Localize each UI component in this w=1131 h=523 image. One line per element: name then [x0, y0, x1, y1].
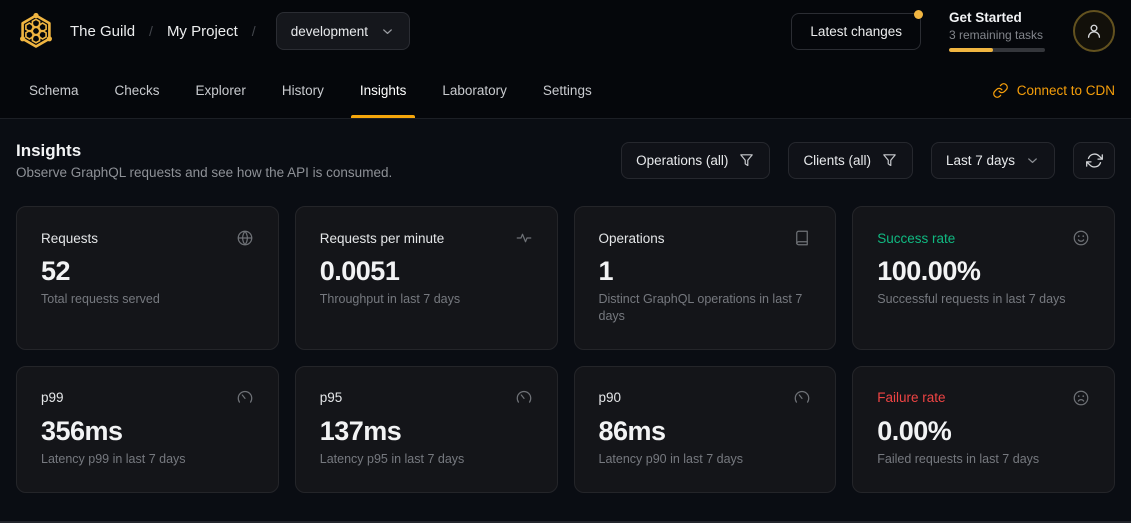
- operations-filter-button[interactable]: Operations (all): [621, 142, 770, 179]
- tab-laboratory[interactable]: Laboratory: [429, 62, 520, 118]
- gauge-icon: [236, 389, 254, 407]
- stat-card-label: p99: [41, 390, 64, 405]
- latest-changes-button[interactable]: Latest changes: [791, 13, 921, 50]
- stat-card-description: Failed requests in last 7 days: [877, 451, 1090, 468]
- app-header: The Guild / My Project / development Lat…: [0, 0, 1131, 62]
- tab-checks[interactable]: Checks: [102, 62, 173, 118]
- connect-to-cdn-label: Connect to CDN: [1017, 83, 1115, 98]
- activity-icon: [515, 229, 533, 247]
- gauge-icon: [793, 389, 811, 407]
- chevron-down-icon: [380, 24, 395, 39]
- stat-card-description: Latency p90 in last 7 days: [599, 451, 812, 468]
- breadcrumb: The Guild / My Project / development: [16, 10, 410, 52]
- tab-label: Explorer: [196, 83, 246, 98]
- stat-card-label: Success rate: [877, 231, 955, 246]
- get-started-progressbar: [949, 48, 1045, 52]
- operations-filter-label: Operations (all): [636, 153, 728, 168]
- stat-card: Operations 1 Distinct GraphQL operations…: [574, 206, 837, 350]
- notification-dot: [914, 10, 923, 19]
- stat-card-value: 1: [599, 256, 812, 287]
- stat-card-value: 52: [41, 256, 254, 287]
- stat-card-description: Latency p95 in last 7 days: [320, 451, 533, 468]
- tab-history[interactable]: History: [269, 62, 337, 118]
- stat-card-value: 100.00%: [877, 256, 1090, 287]
- tab-insights[interactable]: Insights: [347, 62, 420, 118]
- clients-filter-button[interactable]: Clients (all): [788, 142, 913, 179]
- project-nav: Schema Checks Explorer History Insights Labor…: [0, 62, 1131, 119]
- stat-card-value: 0.0051: [320, 256, 533, 287]
- filter-bar: Operations (all) Clients (all) Last 7 da…: [621, 142, 1115, 179]
- stat-card-description: Throughput in last 7 days: [320, 291, 533, 308]
- globe-icon: [236, 229, 254, 247]
- get-started-progress-fill: [949, 48, 993, 52]
- breadcrumb-project[interactable]: My Project: [167, 23, 238, 40]
- stat-card-label: Operations: [599, 231, 665, 246]
- tab-label: History: [282, 83, 324, 98]
- nav-tabs: Schema Checks Explorer History Insights Labor…: [16, 62, 615, 118]
- stat-card-value: 356ms: [41, 416, 254, 447]
- latest-changes-label: Latest changes: [810, 24, 902, 39]
- chevron-down-icon: [1025, 153, 1040, 168]
- stats-grid: Requests 52 Total requests served Reques…: [16, 206, 1115, 493]
- target-selector-value: development: [291, 24, 368, 39]
- stat-card-label: Requests per minute: [320, 231, 445, 246]
- user-avatar[interactable]: [1073, 10, 1115, 52]
- page-title: Insights: [16, 141, 392, 161]
- gauge-icon: [515, 389, 533, 407]
- stat-card-label: Failure rate: [877, 390, 945, 405]
- clients-filter-label: Clients (all): [803, 153, 871, 168]
- stat-card-description: Total requests served: [41, 291, 254, 308]
- stat-card: p99 356ms Latency p99 in last 7 days: [16, 366, 279, 493]
- get-started-subtitle: 3 remaining tasks: [949, 28, 1045, 42]
- tab-label: Settings: [543, 83, 592, 98]
- period-selector-value: Last 7 days: [946, 153, 1015, 168]
- stat-card: Requests per minute 0.0051 Throughput in…: [295, 206, 558, 350]
- stat-card-value: 0.00%: [877, 416, 1090, 447]
- stat-card: Success rate 100.00% Successful requests…: [852, 206, 1115, 350]
- tab-label: Checks: [115, 83, 160, 98]
- stat-card-value: 137ms: [320, 416, 533, 447]
- period-selector[interactable]: Last 7 days: [931, 142, 1055, 179]
- smile-icon: [1072, 229, 1090, 247]
- target-selector[interactable]: development: [276, 12, 410, 50]
- frown-icon: [1072, 389, 1090, 407]
- connect-to-cdn-link[interactable]: Connect to CDN: [992, 62, 1115, 118]
- stat-card: p90 86ms Latency p90 in last 7 days: [574, 366, 837, 493]
- filter-funnel-icon: [738, 152, 755, 169]
- insights-page: Insights Observe GraphQL requests and se…: [0, 119, 1131, 509]
- stat-card-description: Distinct GraphQL operations in last 7 da…: [599, 291, 812, 325]
- breadcrumb-separator: /: [149, 23, 153, 39]
- stat-card-value: 86ms: [599, 416, 812, 447]
- stat-card: Failure rate 0.00% Failed requests in la…: [852, 366, 1115, 493]
- tab-settings[interactable]: Settings: [530, 62, 605, 118]
- tab-schema[interactable]: Schema: [16, 62, 92, 118]
- get-started-title: Get Started: [949, 10, 1045, 27]
- breadcrumb-separator: /: [252, 23, 256, 39]
- book-icon: [793, 229, 811, 247]
- stat-card-label: Requests: [41, 231, 98, 246]
- breadcrumb-org[interactable]: The Guild: [70, 23, 135, 40]
- stat-card-label: p95: [320, 390, 343, 405]
- link-icon: [992, 82, 1009, 99]
- stat-card: p95 137ms Latency p95 in last 7 days: [295, 366, 558, 493]
- get-started-widget[interactable]: Get Started 3 remaining tasks: [949, 10, 1045, 52]
- filter-funnel-icon: [881, 152, 898, 169]
- stat-card: Requests 52 Total requests served: [16, 206, 279, 350]
- page-heading: Insights Observe GraphQL requests and se…: [16, 141, 392, 180]
- stat-card-description: Latency p99 in last 7 days: [41, 451, 254, 468]
- tab-label: Insights: [360, 83, 407, 98]
- tab-explorer[interactable]: Explorer: [183, 62, 259, 118]
- refresh-button[interactable]: [1073, 142, 1115, 179]
- tab-label: Schema: [29, 83, 79, 98]
- hive-logo-icon[interactable]: [16, 10, 56, 52]
- stat-card-description: Successful requests in last 7 days: [877, 291, 1090, 308]
- page-subtitle: Observe GraphQL requests and see how the…: [16, 165, 392, 180]
- tab-label: Laboratory: [442, 83, 507, 98]
- stat-card-label: p90: [599, 390, 622, 405]
